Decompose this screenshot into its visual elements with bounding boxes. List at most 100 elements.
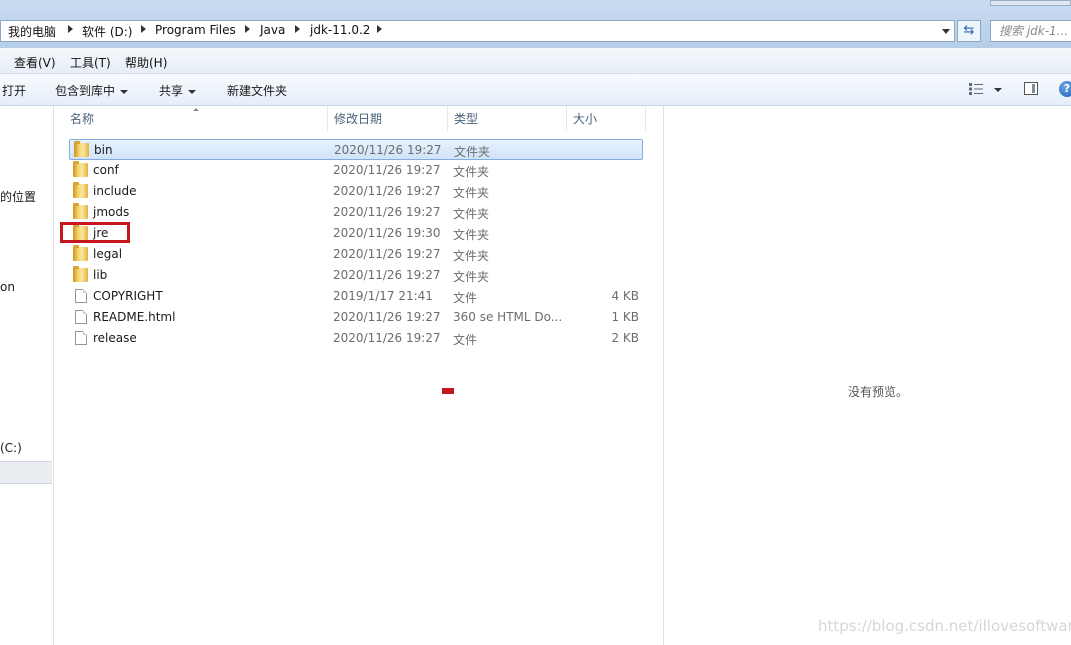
nav-item-drive-c[interactable]: (C:) <box>0 441 22 455</box>
file-icon <box>75 289 87 303</box>
folder-icon <box>73 245 88 261</box>
file-name: conf <box>93 163 119 177</box>
window-frame-strip <box>990 0 1071 6</box>
share-label: 共享 <box>159 84 184 98</box>
file-type: 文件夹 <box>454 145 491 159</box>
file-row[interactable]: COPYRIGHT 2019/1/17 21:41 文件 4 KB <box>69 286 643 307</box>
file-type: 文件 <box>453 291 478 305</box>
open-label: 打开 <box>2 84 27 98</box>
address-history-dropdown-icon[interactable] <box>942 29 950 34</box>
search-input[interactable]: 搜索 jdk-1... <box>990 20 1071 42</box>
annotation-red-mark <box>442 388 454 394</box>
watermark: https://blog.csdn.net/illovesoftware <box>818 617 1071 635</box>
file-icon <box>75 310 87 324</box>
file-row[interactable]: release 2020/11/26 19:27 文件 2 KB <box>69 328 643 349</box>
nav-item-on[interactable]: on <box>0 280 15 294</box>
file-type: 360 se HTML Do... <box>453 310 563 324</box>
file-row[interactable]: README.html 2020/11/26 19:27 360 se HTML D… <box>69 307 643 328</box>
file-name: legal <box>93 247 123 261</box>
file-date: 2020/11/26 19:27 <box>333 268 441 282</box>
address-area: 我的电脑 软件 (D:) Program Files Java jdk-11.0… <box>0 0 1071 48</box>
nav-item-location[interactable]: 的位置 <box>0 188 36 205</box>
file-type: 文件夹 <box>453 228 490 242</box>
file-date: 2020/11/26 19:27 <box>334 143 442 157</box>
refresh-button[interactable]: ⇆ <box>957 20 981 42</box>
navigation-pane: 的位置 on (C:) <box>0 106 54 645</box>
share-button[interactable]: 共享 <box>159 82 197 99</box>
command-toolbar: 打开 包含到库中 共享 新建文件夹 ? <box>0 74 1071 106</box>
refresh-icon: ⇆ <box>963 23 975 38</box>
breadcrumb-separator-icon[interactable] <box>295 25 300 33</box>
file-type: 文件夹 <box>453 270 490 284</box>
file-date: 2020/11/26 19:27 <box>333 331 441 345</box>
file-date: 2020/11/26 19:27 <box>333 310 441 324</box>
column-name-label: 名称 <box>70 112 95 126</box>
file-type: 文件夹 <box>453 186 490 200</box>
file-date: 2019/1/17 21:41 <box>333 289 433 303</box>
new-folder-button[interactable]: 新建文件夹 <box>227 82 287 99</box>
file-date: 2020/11/26 19:27 <box>333 247 441 261</box>
file-row[interactable]: legal 2020/11/26 19:27 文件夹 <box>69 244 643 265</box>
preview-pane: 没有预览。 <box>663 106 1071 645</box>
file-type: 文件夹 <box>453 249 490 263</box>
breadcrumb-separator-icon[interactable] <box>377 25 382 33</box>
column-type-label: 类型 <box>454 112 479 126</box>
menu-help[interactable]: 帮助(H) <box>125 54 167 71</box>
file-row[interactable]: jmods 2020/11/26 19:27 文件夹 <box>69 202 643 223</box>
file-name: release <box>93 331 137 345</box>
breadcrumb-program-files[interactable]: Program Files <box>155 23 236 37</box>
breadcrumb-separator-icon[interactable] <box>141 25 146 33</box>
breadcrumb-separator-icon[interactable] <box>68 25 73 33</box>
column-header-date[interactable]: 修改日期 <box>328 106 448 131</box>
breadcrumb-separator-icon[interactable] <box>245 25 250 33</box>
file-row[interactable]: jre 2020/11/26 19:30 文件夹 <box>69 223 643 244</box>
folder-icon <box>73 182 88 198</box>
file-name: include <box>93 184 137 198</box>
file-date: 2020/11/26 19:27 <box>333 163 441 177</box>
nav-selected-item[interactable] <box>0 461 52 484</box>
column-size-label: 大小 <box>573 112 598 126</box>
include-in-library-label: 包含到库中 <box>55 84 116 98</box>
breadcrumb-drive-d[interactable]: 软件 (D:) <box>82 23 132 40</box>
file-date: 2020/11/26 19:27 <box>333 205 441 219</box>
file-size: 1 KB <box>611 310 639 324</box>
preview-pane-toggle-icon[interactable] <box>1024 82 1038 95</box>
change-view-icon[interactable] <box>969 83 983 95</box>
file-size: 2 KB <box>611 331 639 345</box>
column-date-label: 修改日期 <box>334 112 383 126</box>
file-row[interactable]: include 2020/11/26 19:27 文件夹 <box>69 181 643 202</box>
menu-view[interactable]: 查看(V) <box>14 54 56 71</box>
breadcrumb-my-computer[interactable]: 我的电脑 <box>8 23 56 40</box>
chevron-down-icon <box>120 89 129 94</box>
file-name: bin <box>94 143 113 157</box>
folder-icon <box>73 161 88 177</box>
sort-ascending-icon <box>193 108 199 111</box>
file-type: 文件 <box>453 333 478 347</box>
folder-icon <box>73 266 88 282</box>
chevron-down-icon <box>188 89 197 94</box>
file-type: 文件夹 <box>453 207 490 221</box>
view-options-dropdown-icon[interactable] <box>994 88 1002 92</box>
breadcrumb-jdk[interactable]: jdk-11.0.2 <box>310 23 370 37</box>
folder-icon <box>73 203 88 219</box>
file-size: 4 KB <box>611 289 639 303</box>
include-in-library-button[interactable]: 包含到库中 <box>55 82 129 99</box>
file-name: lib <box>93 268 108 282</box>
help-icon[interactable]: ? <box>1059 81 1071 97</box>
open-button[interactable]: 打开 <box>2 82 26 99</box>
file-date: 2020/11/26 19:30 <box>333 226 441 240</box>
annotation-highlight-box <box>60 222 130 243</box>
address-bar[interactable]: 我的电脑 软件 (D:) Program Files Java jdk-11.0… <box>0 20 955 42</box>
column-header-type[interactable]: 类型 <box>448 106 567 131</box>
breadcrumb-java[interactable]: Java <box>260 23 285 37</box>
column-header-size[interactable]: 大小 <box>567 106 646 131</box>
no-preview-text: 没有预览。 <box>848 385 909 399</box>
file-row[interactable]: bin 2020/11/26 19:27 文件夹 <box>69 139 643 160</box>
file-row[interactable]: conf 2020/11/26 19:27 文件夹 <box>69 160 643 181</box>
file-name: README.html <box>93 310 176 324</box>
menu-tools[interactable]: 工具(T) <box>70 54 111 71</box>
file-list: 名称 修改日期 类型 大小 bin 2020/11/26 19:27 文件夹 conf… <box>54 106 663 645</box>
file-row[interactable]: lib 2020/11/26 19:27 文件夹 <box>69 265 643 286</box>
file-name: jmods <box>93 205 130 219</box>
file-icon <box>75 331 87 345</box>
